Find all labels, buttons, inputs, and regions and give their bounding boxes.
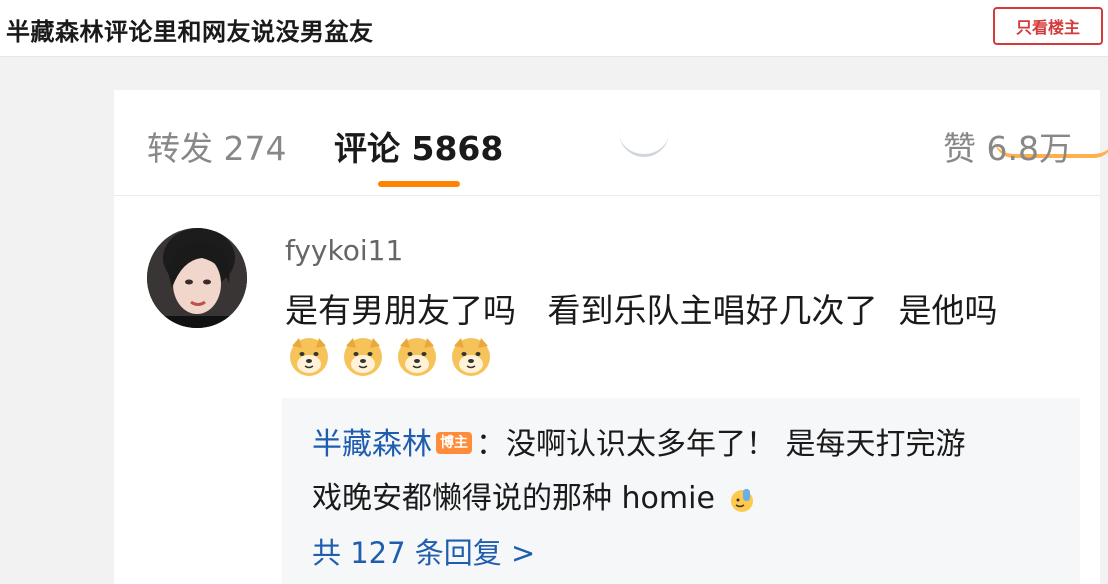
tab-comments-count: 5868: [411, 129, 504, 168]
op-only-button[interactable]: 只看楼主: [993, 7, 1103, 45]
tab-likes-count: 6.8万: [986, 129, 1072, 168]
wave-hand-emoji-icon: [731, 488, 754, 512]
tab-repost-label: 转发: [147, 129, 213, 168]
doge-emoji-icon: [452, 338, 490, 376]
tab-likes[interactable]: 赞 6.8万: [943, 122, 1072, 170]
tab-repost[interactable]: 转发 274: [147, 122, 287, 170]
doge-emoji-icon: [290, 338, 328, 376]
comment-text: 是有男朋友了吗 看到乐队主唱好几次了 是他吗: [285, 291, 998, 330]
reply-text-line-1: 没啊认识太多年了！ 是每天打完游: [506, 427, 966, 462]
reply-author[interactable]: 半藏森林: [312, 427, 432, 462]
tabs-divider: [114, 195, 1100, 196]
more-replies-link[interactable]: 共 127 条回复 >: [312, 530, 535, 572]
page-title: 半藏森林评论里和网友说没男盆友: [6, 18, 374, 46]
avatar[interactable]: [147, 228, 247, 328]
tab-comments[interactable]: 评论 5868: [334, 122, 503, 170]
tab-comments-label: 评论: [334, 129, 400, 168]
tab-repost-count: 274: [223, 129, 287, 168]
comment-emoji-row: [287, 334, 493, 382]
active-tab-indicator: [378, 181, 460, 187]
reply-separator: ：: [476, 427, 506, 462]
partial-icon-cutoff: [619, 130, 669, 157]
top-bar: 半藏森林评论里和网友说没男盆友 只看楼主: [0, 0, 1108, 57]
author-badge: 博主: [436, 431, 472, 454]
reply-text-line-2: 戏晚安都懒得说的那种 homie: [312, 481, 715, 516]
doge-emoji-icon: [398, 338, 436, 376]
doge-emoji-icon: [344, 338, 382, 376]
comment-username[interactable]: fyykoi11: [285, 234, 403, 267]
reply-line-2: 戏晚安都懒得说的那种 homie: [312, 473, 756, 517]
reply-line-1: 半藏森林 博主 ：没啊认识太多年了！ 是每天打完游: [312, 419, 966, 463]
tab-likes-label: 赞: [943, 129, 976, 168]
